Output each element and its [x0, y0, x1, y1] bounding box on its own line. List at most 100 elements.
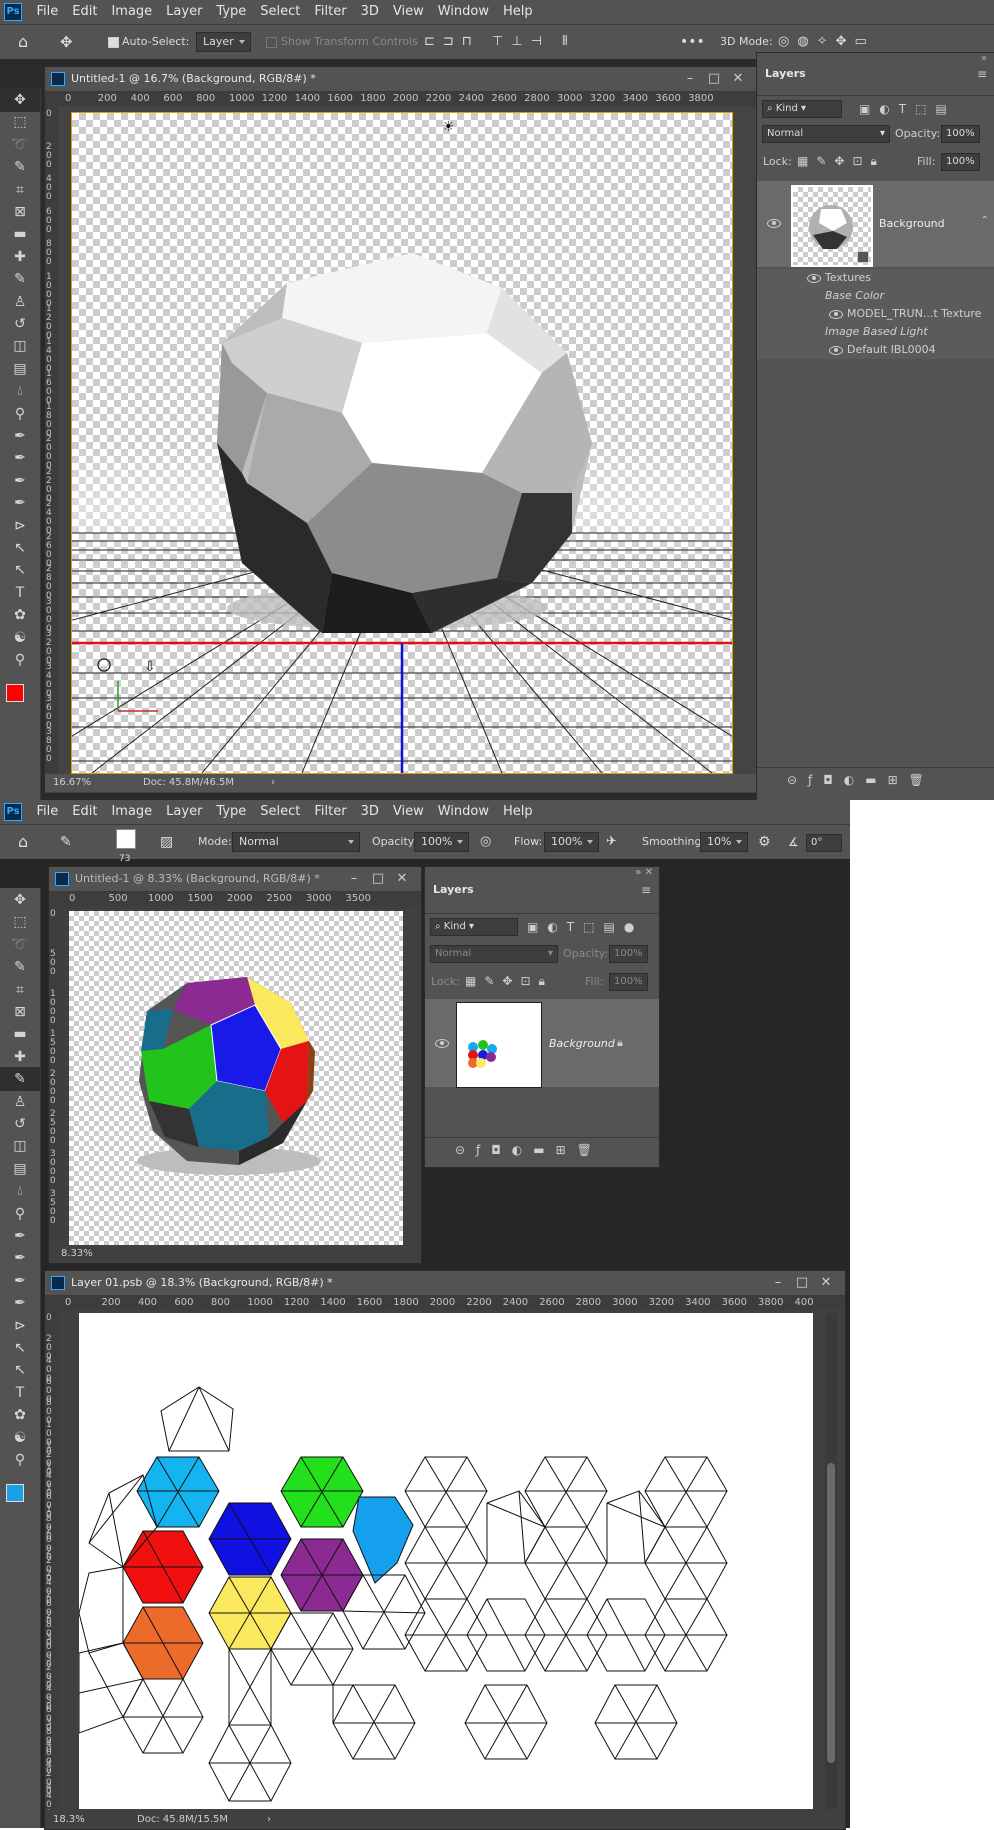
opacity-dropdown-2[interactable]: 100%	[414, 825, 470, 859]
move-tool-icon[interactable]: ✥	[0, 88, 40, 112]
brush-tool-icon[interactable]: ✎	[0, 1067, 40, 1092]
auto-select-dropdown[interactable]: Layer	[196, 25, 251, 59]
blend-mode-dropdown[interactable]: Normal ▾	[762, 125, 890, 143]
status-chevron-icon-3[interactable]: ›	[267, 1811, 271, 1829]
zoom-tool-icon[interactable]: ⚲	[0, 1448, 40, 1472]
pen-tool-icon[interactable]: ✒	[0, 1224, 40, 1248]
lock-icons[interactable]: ▦✎✥⊡🔒︎	[797, 154, 885, 169]
w2-menu-help[interactable]: Help	[496, 800, 540, 824]
w2-menu-image[interactable]: Image	[104, 800, 159, 824]
filter-icons-2[interactable]: ▣◐T⬚▤●	[527, 920, 643, 934]
pen-tool-icon[interactable]: ✒	[0, 424, 40, 448]
layer-thumbnail-2[interactable]	[456, 1002, 542, 1088]
minimize-button[interactable]: –	[679, 67, 701, 91]
move-tool-icon[interactable]: ✥	[0, 888, 40, 912]
w1-menu-3d[interactable]: 3D	[354, 0, 386, 24]
history-brush-icon[interactable]: ↺	[0, 312, 40, 336]
sub-textures[interactable]: Textures	[757, 269, 994, 287]
visibility-eye-icon-2[interactable]	[435, 1039, 449, 1048]
custom-shape-icon[interactable]: ✿	[0, 603, 40, 627]
angle-field[interactable]: 0°	[806, 825, 842, 859]
filter-icons[interactable]: ▣◐T⬚▤	[859, 102, 956, 116]
gradient-tool-icon[interactable]: ▤	[0, 1157, 40, 1181]
w2-menu-edit[interactable]: Edit	[65, 800, 104, 824]
psb-title-bar[interactable]: Layer 01.psb @ 18.3% (Background, RGB/8#…	[45, 1271, 845, 1296]
w1-menu-type[interactable]: Type	[209, 0, 253, 24]
w1-menu-image[interactable]: Image	[104, 0, 159, 24]
3d-tool-icon[interactable]: ☯	[0, 626, 40, 650]
history-brush-icon[interactable]: ↺	[0, 1112, 40, 1136]
dodge-tool-icon[interactable]: ⚲	[0, 402, 40, 426]
zoom-level-2[interactable]: 8.33%	[61, 1245, 93, 1263]
brush-tool-icon[interactable]: ✎	[0, 267, 40, 291]
pressure-opacity-icon[interactable]: ◎	[480, 825, 491, 859]
textures-eye-icon[interactable]	[807, 274, 821, 283]
w2-menu-file[interactable]: File	[30, 800, 66, 824]
frame-tool-icon[interactable]: ⊠	[0, 1000, 40, 1024]
path-tool-icon[interactable]: ⊳	[0, 1314, 40, 1338]
blur-tool-icon[interactable]: 💧︎	[0, 1179, 40, 1203]
ruler-tool-icon[interactable]: ▬	[0, 222, 40, 246]
arrow-select-icon[interactable]: ↖	[0, 558, 40, 582]
marquee-tool-icon[interactable]: ⬚	[0, 910, 40, 934]
home-icon-2[interactable]: ⌂	[18, 825, 28, 859]
clone-stamp-icon[interactable]: ♙	[0, 1090, 40, 1114]
crop-tool-icon[interactable]: ⌗	[0, 178, 40, 202]
w2-menu-window[interactable]: Window	[431, 800, 496, 824]
layer-footer-icons-2[interactable]: ⊝ƒ◘◐▬⊞🗑︎	[455, 1143, 603, 1157]
airbrush-icon[interactable]: ✈	[606, 825, 617, 859]
arrow-select-icon[interactable]: ↖	[0, 1358, 40, 1382]
pen-tool-4-icon[interactable]: ✒	[0, 1291, 40, 1315]
panel-menu-icon[interactable]: ≡	[977, 67, 987, 81]
quick-select-icon[interactable]: ✎	[0, 155, 40, 179]
path-tool-icon[interactable]: ⊳	[0, 514, 40, 538]
pen-tool-2-icon[interactable]: ✒	[0, 1246, 40, 1270]
minimize-button-2[interactable]: –	[343, 867, 365, 891]
panel-collapse-icon[interactable]: »	[981, 53, 987, 64]
kind-filter-dropdown[interactable]: ⌕ Kind ▾	[762, 100, 842, 118]
zoom-level[interactable]: 16.67%	[53, 774, 91, 792]
move-tool-icon[interactable]: ✥	[60, 25, 73, 59]
w2-menu-select[interactable]: Select	[253, 800, 307, 824]
show-transform-controls[interactable]: Show Transform Controls	[266, 25, 418, 59]
visibility-eye-icon[interactable]	[767, 219, 781, 228]
close-button-2[interactable]: ✕	[391, 867, 413, 891]
status-chevron-icon[interactable]: ›	[271, 774, 275, 792]
w2-menu-filter[interactable]: Filter	[307, 800, 353, 824]
foreground-color-swatch[interactable]	[6, 1484, 24, 1503]
crop-tool-icon[interactable]: ⌗	[0, 978, 40, 1002]
layer-name[interactable]: Background	[879, 217, 945, 230]
w1-menu-help[interactable]: Help	[496, 0, 540, 24]
flow-value[interactable]: 100%	[544, 832, 600, 852]
zoom-tool-icon[interactable]: ⚲	[0, 648, 40, 672]
ibl-item-eye-icon[interactable]	[829, 346, 843, 355]
camera-rotate-icon[interactable]	[97, 658, 111, 672]
type-tool-icon[interactable]: T	[0, 581, 40, 605]
w1-menu-select[interactable]: Select	[253, 0, 307, 24]
custom-shape-icon[interactable]: ✿	[0, 1403, 40, 1427]
dodge-tool-icon[interactable]: ⚲	[0, 1202, 40, 1226]
kind-filter-dropdown-2[interactable]: ⌕ Kind ▾	[430, 918, 518, 936]
maximize-button-2[interactable]: □	[367, 867, 389, 891]
direct-select-icon[interactable]: ↖	[0, 1336, 40, 1360]
layers-tab[interactable]: Layers	[757, 61, 814, 87]
smoothing-dropdown[interactable]: 10%	[700, 825, 749, 859]
layer-row-background[interactable]: Background ⌃	[757, 181, 994, 267]
frame-tool-icon[interactable]: ⊠	[0, 200, 40, 224]
angle-icon[interactable]: ∡	[788, 825, 799, 859]
document-title-bar[interactable]: Untitled-1 @ 16.7% (Background, RGB/8#) …	[45, 67, 757, 92]
pen-tool-2-icon[interactable]: ✒	[0, 446, 40, 470]
gradient-tool-icon[interactable]: ▤	[0, 357, 40, 381]
blur-tool-icon[interactable]: 💧︎	[0, 379, 40, 403]
blend-mode-dropdown-2[interactable]: Normal ▾	[430, 945, 558, 963]
more-options-icon[interactable]: •••	[680, 25, 705, 59]
document-title-bar-2[interactable]: Untitled-1 @ 8.33% (Background, RGB/8#) …	[49, 867, 421, 892]
brush-tool-icon[interactable]: ✎	[60, 825, 72, 859]
close-button[interactable]: ✕	[727, 67, 749, 91]
w2-menu-view[interactable]: View	[386, 800, 431, 824]
panel-collapse-icon-2[interactable]: » ✕	[635, 867, 653, 878]
layer-expand-icon[interactable]: ⌃	[981, 215, 989, 226]
opacity-field-2[interactable]: 100%	[609, 945, 648, 963]
canvas-uv-net[interactable]	[79, 1313, 813, 1809]
w2-menu-type[interactable]: Type	[209, 800, 253, 824]
